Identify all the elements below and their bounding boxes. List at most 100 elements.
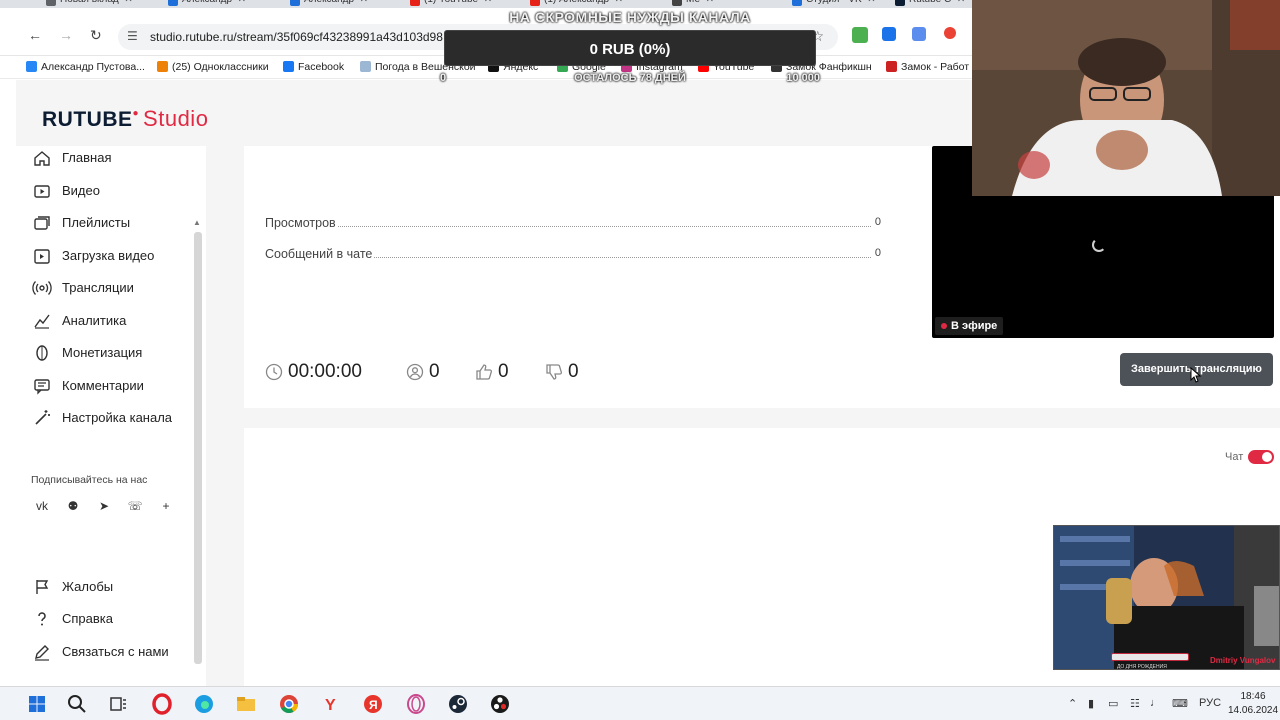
network-icon[interactable]: ☷	[1130, 697, 1140, 710]
stat-row: Сообщений в чате 0	[265, 247, 881, 263]
browser-tab[interactable]: Rutube С ✕	[895, 0, 965, 8]
toggle-knob	[1262, 452, 1272, 462]
bookmark-label: Facebook	[298, 61, 345, 73]
browser-tab[interactable]: Ме ✕	[672, 0, 714, 8]
tab-close-icon[interactable]: ✕	[706, 0, 714, 5]
ok-icon[interactable]: ⚉	[63, 499, 83, 519]
sidebar-scroll-thumb[interactable]	[194, 232, 202, 664]
extension-icon[interactable]	[882, 27, 896, 41]
tab-close-icon[interactable]: ✕	[957, 0, 965, 5]
site-settings-icon[interactable]: ☰	[127, 29, 138, 43]
logo-sub: Studio	[143, 106, 209, 131]
browser-tab[interactable]: Студия - VK ✕	[792, 0, 876, 8]
extension-icon[interactable]	[852, 27, 868, 43]
clock-time: 18:46	[1240, 691, 1266, 702]
browser-tab[interactable]: Александр ✕	[168, 0, 246, 8]
tab-label: (1) YouTube	[424, 0, 478, 5]
rutube-studio-logo[interactable]: RUTUBE● Studio	[42, 106, 208, 132]
forward-icon[interactable]: →	[59, 27, 73, 43]
sidebar-item-analytics[interactable]: Аналитика	[32, 309, 200, 333]
viber-icon[interactable]: ☏	[125, 499, 145, 519]
windows-start-icon[interactable]	[26, 693, 48, 715]
bookmark-favicon-icon	[360, 61, 371, 72]
opera-icon[interactable]	[151, 693, 173, 715]
webcam-guest-image	[1054, 526, 1279, 669]
subscribe-label: Подписывайтесь на нас	[31, 474, 148, 486]
browser-tab[interactable]: Александр ✕	[290, 0, 368, 8]
tab-close-icon[interactable]: ✕	[615, 0, 623, 5]
bookmark-item[interactable]: Замок - Работ	[886, 61, 969, 73]
telegram-icon[interactable]: ➤	[94, 499, 114, 519]
vk-icon[interactable]: vk	[32, 499, 52, 519]
yandex-browser-icon[interactable]: Y	[320, 693, 342, 715]
yandex-icon[interactable]: Я	[362, 693, 384, 715]
bookmark-item[interactable]: Facebook	[283, 61, 344, 73]
sidebar-item-help[interactable]: Справка	[32, 607, 200, 631]
tray-chevron-icon[interactable]: ⌃	[1068, 697, 1077, 710]
sidebar-item-coin[interactable]: Монетизация	[32, 341, 200, 365]
sidebar-item-flag[interactable]: Жалобы	[32, 575, 200, 599]
logo-main: RUTUBE	[42, 108, 133, 131]
scroll-up-icon[interactable]: ▲	[193, 218, 201, 227]
battery-icon[interactable]: ▭	[1108, 697, 1118, 710]
sidebar-item-home[interactable]: Главная	[32, 146, 200, 170]
analytics-icon	[34, 314, 50, 329]
keyboard-icon[interactable]: ⌨	[1172, 697, 1188, 710]
sidebar-item-wand[interactable]: Настройка канала	[32, 406, 200, 430]
sidebar-item-video[interactable]: Видео	[32, 179, 200, 203]
sidebar-item-comments[interactable]: Комментарии	[32, 374, 200, 398]
system-clock[interactable]: 18:46 14.06.2024	[1228, 690, 1278, 718]
sidebar-item-playlist[interactable]: Плейлисты	[32, 211, 200, 235]
tab-close-icon[interactable]: ✕	[238, 0, 246, 5]
plus-icon[interactable]: +	[156, 499, 176, 519]
sidebar-item-broadcast[interactable]: Трансляции	[32, 276, 200, 300]
extension-icon[interactable]	[944, 27, 956, 39]
volume-icon[interactable]: ♩	[1150, 697, 1161, 709]
edge-icon[interactable]	[193, 693, 215, 715]
chat-toggle[interactable]	[1248, 450, 1274, 464]
tab-close-icon[interactable]: ✕	[124, 0, 132, 5]
sidebar-item-label: Монетизация	[62, 345, 143, 360]
sidebar-item-label: Загрузка видео	[62, 248, 155, 263]
windows-taskbar: Y Я ⌃ ▮ ▭ ☷ ♩ ⌨ РУС 18:46 14.06.2024	[0, 686, 1280, 720]
tab-favicon-icon	[168, 0, 178, 6]
stream-duration: 00:00:00	[288, 361, 362, 382]
tab-label: Александр	[304, 0, 354, 5]
task-view-icon[interactable]	[108, 693, 130, 715]
bookmark-item[interactable]: Александр Пустова...	[26, 61, 145, 73]
browser-tab[interactable]: (1) Александр ✕	[530, 0, 623, 8]
opera-gx-icon[interactable]	[405, 693, 427, 715]
tab-favicon-icon	[792, 0, 802, 6]
microphone-icon[interactable]: ▮	[1088, 697, 1094, 710]
tab-close-icon[interactable]: ✕	[484, 0, 492, 5]
bookmark-item[interactable]: (25) Одноклассники	[157, 61, 269, 73]
browser-tab[interactable]: Новая вклад ✕	[46, 0, 133, 8]
bookmark-favicon-icon	[283, 61, 294, 72]
sidebar-item-upload[interactable]: Загрузка видео	[32, 244, 200, 268]
svg-text:Я: Я	[369, 698, 378, 712]
flag-icon	[36, 580, 49, 594]
reload-icon[interactable]: ↻	[90, 27, 102, 44]
file-explorer-icon[interactable]	[235, 693, 257, 715]
translate-icon[interactable]	[912, 27, 926, 41]
back-icon[interactable]: ←	[28, 27, 42, 43]
webcam-overlay-main	[972, 0, 1280, 196]
video-icon	[34, 185, 50, 198]
search-icon[interactable]	[66, 693, 88, 715]
likes-count: 0	[498, 361, 509, 382]
screen: Новая вклад✕Александр✕Александр✕(1) YouT…	[0, 0, 1280, 720]
sidebar-item-pen[interactable]: Связаться с нами	[32, 640, 200, 664]
steam-icon[interactable]	[447, 693, 469, 715]
chrome-icon[interactable]	[278, 693, 300, 715]
sidebar-item-label: Настройка канала	[62, 410, 173, 425]
obs-icon[interactable]	[489, 693, 511, 715]
loading-spinner-icon	[1092, 238, 1106, 252]
sidebar-scrollbar[interactable]: ▲ ▼	[192, 218, 202, 686]
tab-favicon-icon	[46, 0, 56, 6]
language-indicator[interactable]: РУС	[1199, 697, 1221, 709]
tab-close-icon[interactable]: ✕	[360, 0, 368, 5]
tab-close-icon[interactable]: ✕	[867, 0, 875, 5]
chat-toggle-label: Чат	[1225, 451, 1244, 463]
donation-goal-footer: 0 ОСТАЛОСЬ 78 ДНЕЙ 10 000	[440, 72, 820, 86]
browser-tab[interactable]: (1) YouTube ✕	[410, 0, 492, 8]
